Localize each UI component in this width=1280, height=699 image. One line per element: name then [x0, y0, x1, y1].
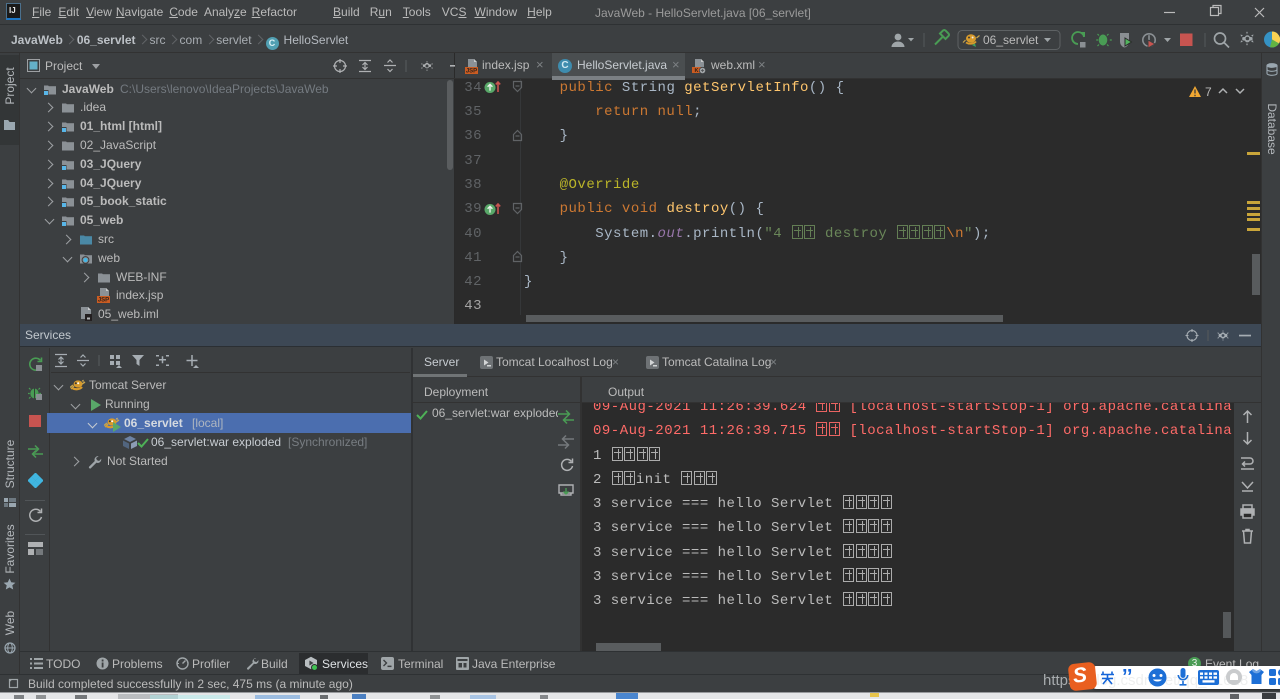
svg-text:06_servlet: 06_servlet: [983, 33, 1039, 47]
svg-text:7: 7: [1205, 85, 1212, 99]
svg-text:K: K: [695, 68, 699, 74]
